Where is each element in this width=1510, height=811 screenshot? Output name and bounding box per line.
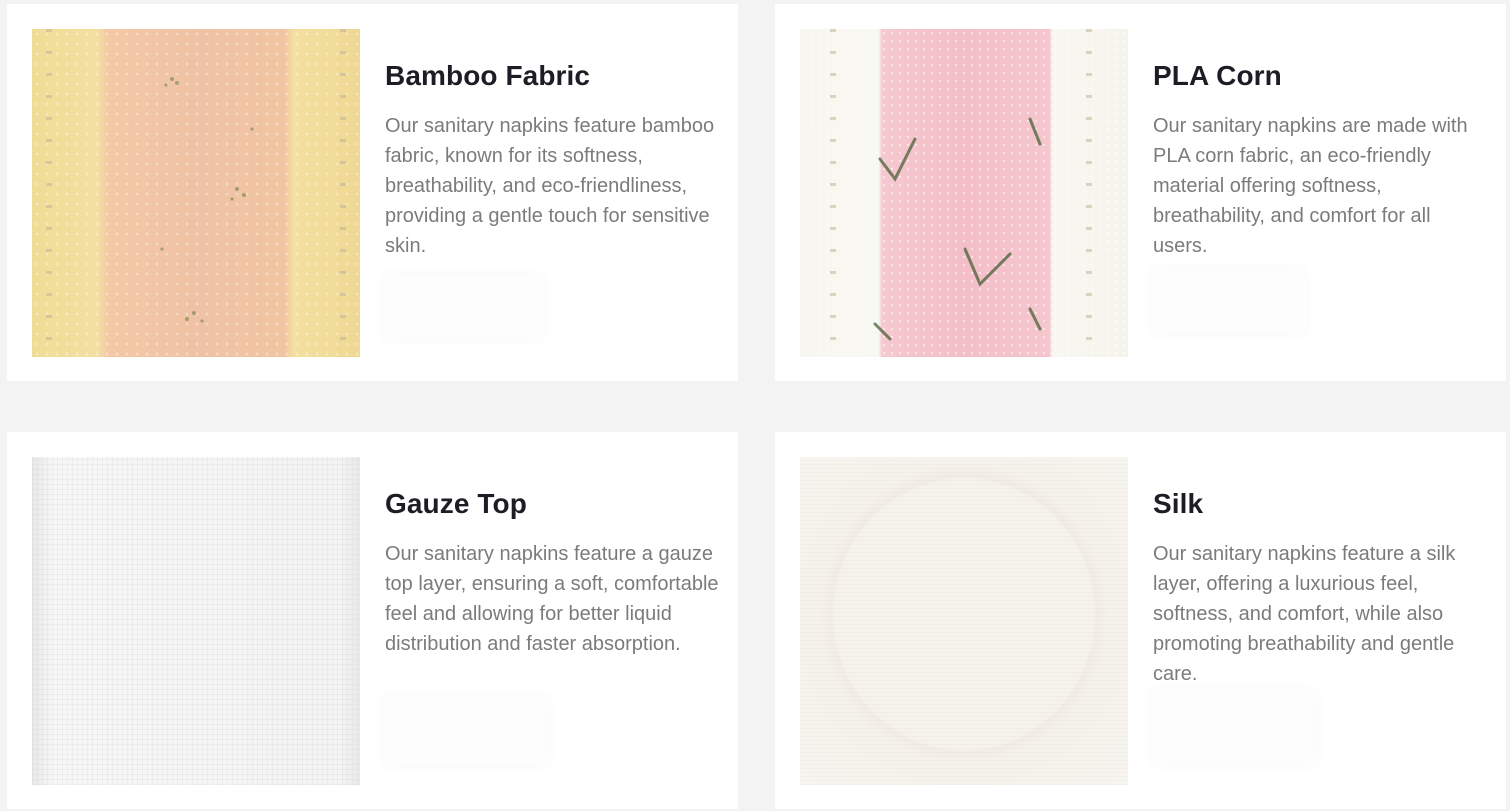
leaf-pattern-icon [160, 77, 254, 323]
learn-more-button[interactable] [1151, 269, 1306, 333]
learn-more-button[interactable] [383, 695, 548, 765]
card-title: Bamboo Fabric [385, 60, 591, 91]
learn-more-button[interactable] [1151, 690, 1316, 764]
card-description: Our sanitary napkins feature a silk laye… [1153, 543, 1456, 685]
card-title: Silk [1153, 488, 1204, 519]
card-description: Our sanitary napkins feature bamboo fabr… [385, 115, 715, 257]
card-title: PLA Corn [1153, 60, 1282, 91]
bamboo-fabric-image [32, 29, 360, 357]
learn-more-button[interactable] [383, 275, 543, 339]
pla-corn-fabric-image [800, 29, 1128, 357]
card-description: Our sanitary napkins are made with PLA c… [1153, 115, 1468, 257]
silk-image [800, 457, 1128, 785]
leaf-pattern-icon [873, 117, 1042, 341]
card-description: Our sanitary napkins feature a gauze top… [385, 543, 719, 655]
material-card-bamboo: Bamboo Fabric Our sanitary napkins featu… [7, 4, 738, 381]
material-card-pla-corn: PLA Corn Our sanitary napkins are made w… [775, 4, 1506, 381]
card-title: Gauze Top [385, 488, 527, 519]
material-card-silk: Silk Our sanitary napkins feature a silk… [775, 432, 1506, 809]
gauze-top-image [32, 457, 360, 785]
material-card-gauze-top: Gauze Top Our sanitary napkins feature a… [7, 432, 738, 809]
